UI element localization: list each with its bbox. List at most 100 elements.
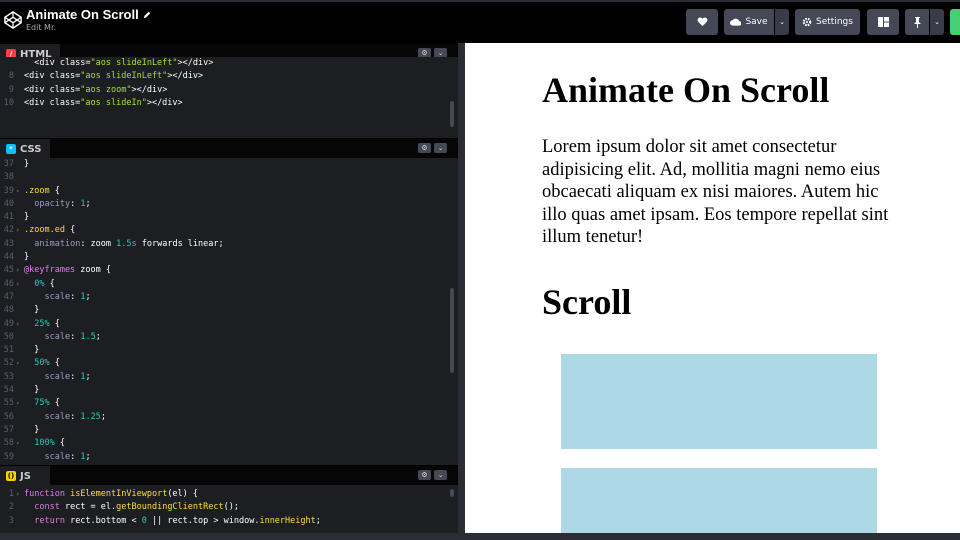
pin-options-button[interactable]: ⌄ (930, 9, 944, 35)
fold-toggle-icon (16, 70, 24, 83)
gear-icon: ⚙ (421, 49, 428, 57)
love-button[interactable] (686, 9, 718, 35)
pin-icon (913, 16, 921, 28)
pin-button[interactable] (905, 9, 929, 35)
line-number: 54 (3, 385, 14, 396)
line-number: 44 (3, 252, 14, 263)
js-code-area[interactable]: 1 ▾ function isElementInViewport(el) {2 co… (0, 485, 458, 529)
preview-heading: Animate On Scroll (542, 70, 830, 110)
resize-divider[interactable] (458, 43, 465, 533)
chevron-down-icon: ⌄ (779, 18, 785, 26)
code-text: .zoom.ed { (24, 225, 76, 236)
js-settings-button[interactable]: ⚙ (418, 470, 431, 480)
fold-toggle-icon (16, 97, 24, 110)
line-number: 39 (3, 185, 14, 196)
js-scrollbar[interactable] (450, 489, 454, 497)
code-line: 48 } (0, 304, 458, 317)
result-preview: Animate On Scroll Lorem ipsum dolor sit … (465, 43, 960, 533)
code-line: 50 scale: 1.5; (0, 331, 458, 344)
line-number: 10 (3, 97, 14, 108)
css-scrollbar[interactable] (450, 288, 454, 373)
line-number: 8 (8, 71, 14, 82)
fold-toggle-icon[interactable]: ▾ (16, 278, 24, 291)
code-line: 53 scale: 1; (0, 371, 458, 384)
code-text: } (24, 305, 40, 316)
user-avatar[interactable] (950, 9, 960, 35)
code-line: 52 ▾ 50% { (0, 357, 458, 370)
code-text: <div class="aos zoom"></div> (24, 84, 168, 95)
fold-toggle-icon[interactable]: ▾ (16, 357, 24, 370)
code-text: } (24, 252, 30, 263)
fold-toggle-icon[interactable]: ▾ (16, 397, 24, 410)
save-label: Save (745, 17, 768, 27)
code-text: scale: 1.5; (44, 331, 101, 342)
code-line: 46 ▾ 0% { (0, 278, 458, 291)
fold-toggle-icon (16, 211, 24, 224)
fold-toggle-icon[interactable]: ▾ (16, 224, 24, 237)
fold-toggle-icon[interactable]: ▾ (16, 318, 24, 331)
code-line: 1 ▾ function isElementInViewport(el) { (0, 488, 458, 501)
chevron-down-icon: ⌄ (437, 49, 444, 57)
code-text: } (24, 212, 30, 223)
code-line: 56 scale: 1.25; (0, 411, 458, 424)
change-view-button[interactable] (867, 9, 899, 35)
fold-toggle-icon[interactable]: ▾ (16, 488, 24, 501)
editor-column: / HTML ⚙ ⌄ <div class="aos slideInLeft">… (0, 43, 458, 533)
fold-toggle-icon[interactable]: ▾ (16, 185, 24, 198)
fold-toggle-icon (16, 84, 24, 97)
fold-toggle-icon (16, 171, 24, 184)
line-number: 1 (8, 489, 14, 499)
code-line: 38 (0, 171, 458, 184)
code-line: 51 } (0, 344, 458, 357)
settings-label: Settings (816, 17, 853, 27)
line-number: 38 (3, 172, 14, 183)
fold-toggle-icon (16, 304, 24, 317)
js-tab[interactable]: () JS (0, 466, 39, 486)
line-number: 58 (3, 438, 14, 449)
fold-toggle-icon (16, 384, 24, 397)
codepen-logo-icon[interactable] (4, 11, 22, 29)
line-number: 50 (3, 331, 14, 342)
code-text: 25% { (34, 318, 60, 329)
pencil-icon[interactable] (143, 11, 151, 19)
fold-toggle-icon (16, 331, 24, 344)
project-title[interactable]: Animate On Scroll (26, 7, 151, 22)
preview-subheading: Scroll (542, 282, 632, 322)
layout-icon (877, 17, 889, 27)
fold-toggle-icon (16, 158, 24, 171)
fold-toggle-icon (16, 451, 24, 464)
line-number: 45 (3, 265, 14, 276)
css-code-area[interactable]: 37} 38 39 ▾ .zoom {40 opacity: 1; 41} 42 ▾ .zoom… (0, 158, 458, 464)
css-settings-button[interactable]: ⚙ (418, 143, 431, 153)
fold-toggle-icon (16, 411, 24, 424)
css-collapse-button[interactable]: ⌄ (434, 143, 447, 153)
line-number: 2 (8, 502, 14, 513)
gear-icon (802, 17, 812, 27)
html-scrollbar[interactable] (450, 101, 454, 127)
code-text: const rect = el.getBoundingClientRect(); (34, 502, 239, 513)
fold-toggle-icon (16, 371, 24, 384)
line-number: 46 (3, 278, 14, 289)
code-text: function isElementInViewport(el) { (24, 489, 199, 499)
line-number: 9 (8, 84, 14, 95)
project-author[interactable]: Edit Mr. (26, 23, 151, 32)
line-number: 47 (3, 291, 14, 302)
preview-animated-box (561, 354, 877, 449)
line-number: 56 (3, 411, 14, 422)
css-tab[interactable]: * CSS (0, 139, 50, 159)
save-button[interactable]: Save (724, 9, 774, 35)
html-code-area[interactable]: <div class="aos slideInLeft"></div> 8 <div… (0, 57, 458, 131)
fold-toggle-icon (16, 251, 24, 264)
css-panel-header: * CSS ⚙ ⌄ (0, 138, 458, 159)
line-number: 37 (3, 159, 14, 169)
code-line: 40 opacity: 1; (0, 198, 458, 211)
fold-toggle-icon[interactable]: ▾ (16, 264, 24, 277)
line-number: 40 (3, 198, 14, 209)
code-text: scale: 1.25; (44, 411, 106, 422)
code-line: 58 ▾ 100% { (0, 437, 458, 450)
settings-button[interactable]: Settings (795, 9, 860, 35)
save-options-button[interactable]: ⌄ (775, 9, 789, 35)
js-collapse-button[interactable]: ⌄ (434, 470, 447, 480)
code-line: 54 } (0, 384, 458, 397)
fold-toggle-icon[interactable]: ▾ (16, 437, 24, 450)
